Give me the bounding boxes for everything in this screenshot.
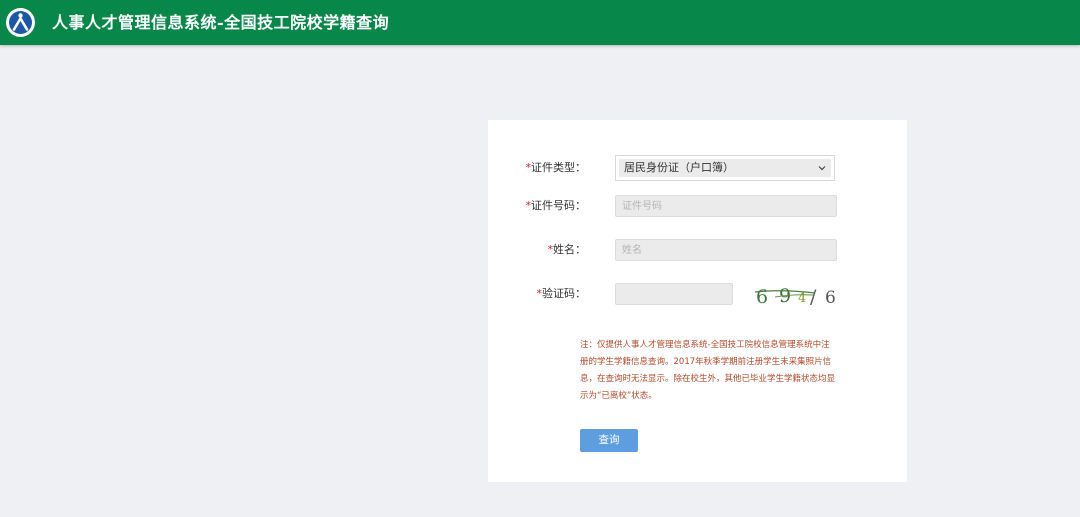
chevron-down-icon	[818, 166, 826, 171]
id-type-value: 居民身份证（户口簿）	[624, 161, 734, 174]
captcha-char-4: /	[810, 286, 817, 308]
person-in-circle-logo-icon	[6, 8, 35, 37]
app-title: 人事人才管理信息系统-全国技工院校学籍查询	[52, 13, 390, 32]
id-type-select[interactable]: 居民身份证（户口簿）	[615, 155, 835, 181]
id-type-label: *证件类型：	[525, 161, 587, 174]
query-button[interactable]: 查询	[580, 429, 638, 452]
captcha-input[interactable]	[615, 283, 733, 305]
captcha-char-1: 6	[756, 286, 768, 308]
name-input[interactable]	[615, 239, 837, 261]
id-number-input[interactable]	[615, 195, 837, 217]
id-type-select-inner: 居民身份证（户口簿）	[619, 159, 831, 177]
captcha-image[interactable]: 6 9 4 / 6	[753, 280, 843, 310]
name-label: *姓名：	[547, 243, 587, 256]
id-number-label: *证件号码：	[525, 199, 587, 212]
captcha-char-3: 4	[798, 291, 806, 306]
notice-text: 注：仅提供人事人才管理信息系统-全国技工院校信息管理系统中注册的学生学籍信息查询…	[580, 340, 836, 401]
query-form-card: *证件类型： 居民身份证（户口簿） *证件号码： *姓名： *验证码： 6 9 …	[488, 120, 907, 482]
app-header: 人事人才管理信息系统-全国技工院校学籍查询	[0, 0, 1080, 45]
captcha-char-5: 6	[825, 288, 836, 308]
captcha-label: *验证码：	[536, 287, 587, 300]
